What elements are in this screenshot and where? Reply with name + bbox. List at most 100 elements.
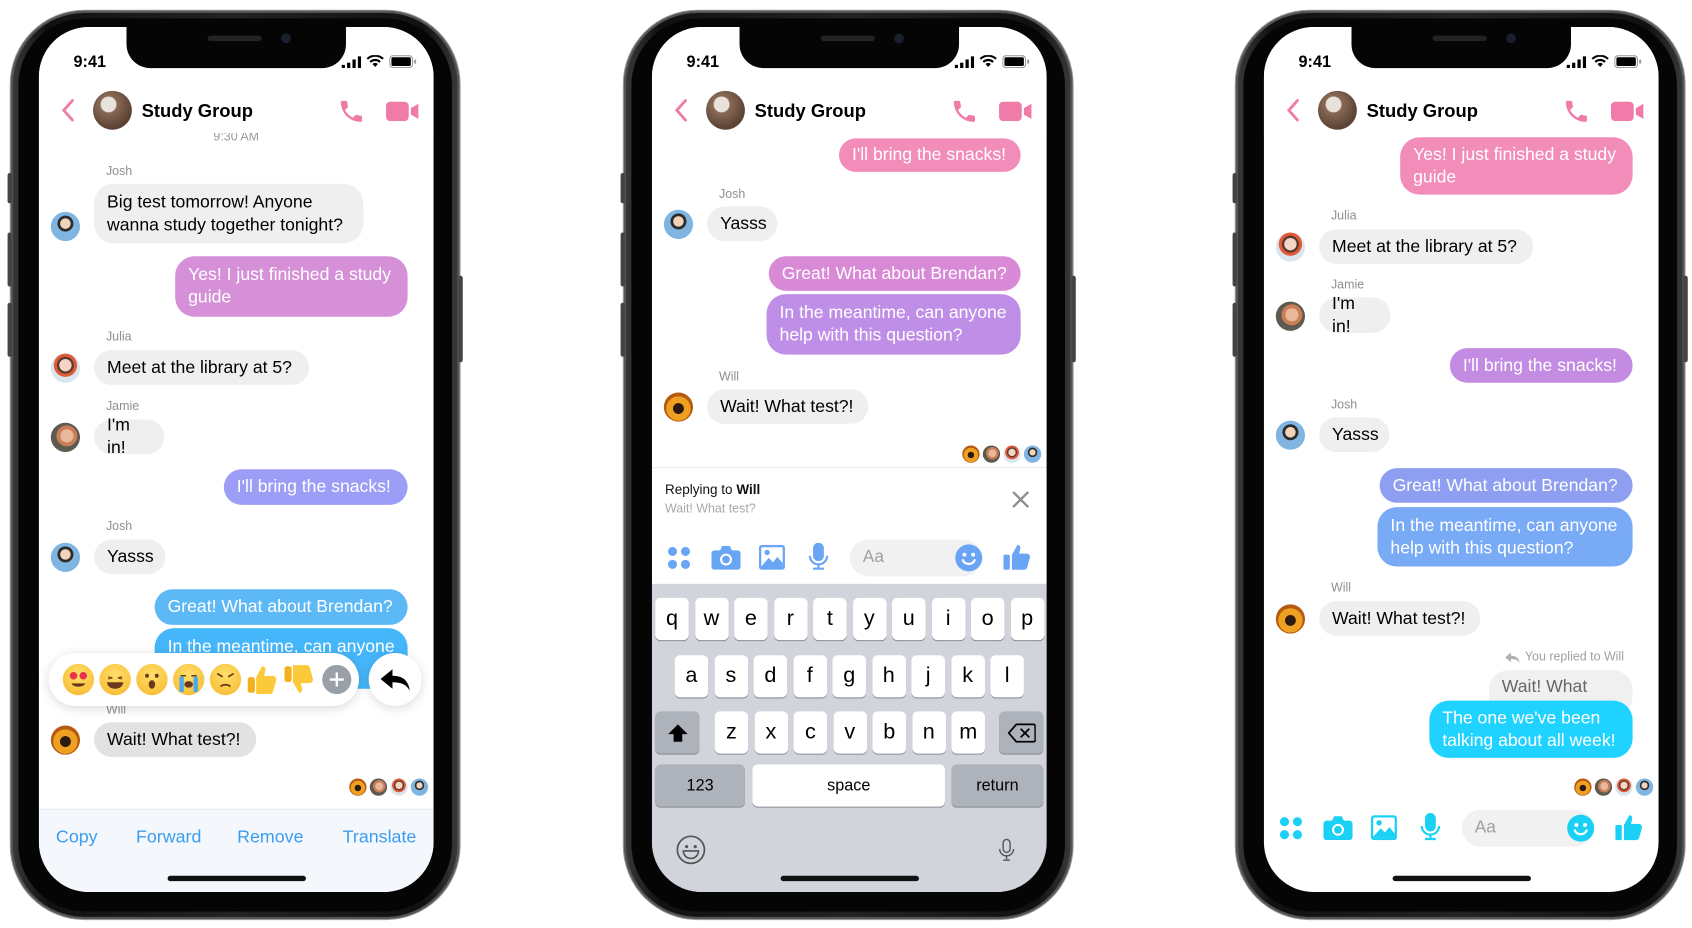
- key-w[interactable]: w: [694, 597, 729, 641]
- video-call-icon[interactable]: [385, 101, 419, 122]
- outgoing-message[interactable]: In the meantime, can anyone help with th…: [766, 294, 1021, 355]
- camera-icon[interactable]: [711, 545, 741, 570]
- key-k[interactable]: k: [950, 654, 985, 697]
- outgoing-message[interactable]: Yes! I just finished a study guide: [1400, 137, 1633, 195]
- key-e[interactable]: e: [734, 597, 768, 641]
- outgoing-message[interactable]: I'll bring the snacks!: [1449, 348, 1633, 383]
- key-h[interactable]: h: [871, 654, 906, 697]
- microphone-icon[interactable]: [808, 542, 830, 571]
- reaction-crying-icon[interactable]: [172, 663, 205, 696]
- key-z[interactable]: z: [714, 711, 749, 754]
- key-c[interactable]: c: [793, 711, 828, 754]
- outgoing-message[interactable]: Great! What about Brendan?: [154, 589, 408, 625]
- microphone-icon[interactable]: [1420, 813, 1442, 841]
- outgoing-message[interactable]: Great! What about Brendan?: [768, 256, 1021, 291]
- video-call-icon[interactable]: [1610, 101, 1644, 122]
- key-x[interactable]: x: [754, 711, 788, 754]
- outgoing-message[interactable]: Yes! I just finished a study guide: [175, 256, 408, 317]
- avatar-will[interactable]: [1275, 604, 1306, 634]
- incoming-message[interactable]: Wait! What test?!: [94, 722, 257, 757]
- reaction-angry-icon[interactable]: [209, 663, 242, 696]
- back-chevron-icon[interactable]: [61, 98, 76, 122]
- like-thumbs-up-icon[interactable]: [1003, 543, 1031, 571]
- key-j[interactable]: j: [911, 654, 945, 697]
- more-apps-icon[interactable]: [1279, 816, 1303, 840]
- dictation-mic-icon[interactable]: [998, 836, 1015, 864]
- key-y[interactable]: y: [852, 597, 887, 641]
- more-apps-icon[interactable]: [667, 546, 691, 570]
- key-p[interactable]: p: [1010, 597, 1044, 641]
- key-g[interactable]: g: [832, 654, 867, 697]
- return-key[interactable]: return: [951, 764, 1044, 807]
- avatar-jamie[interactable]: [50, 422, 81, 452]
- reaction-thumbs-down-icon[interactable]: [283, 664, 314, 695]
- avatar-will[interactable]: [663, 392, 694, 422]
- incoming-message[interactable]: Wait! What test?!: [707, 389, 869, 424]
- numbers-key[interactable]: 123: [655, 764, 745, 807]
- shift-key[interactable]: [655, 711, 700, 754]
- home-indicator[interactable]: [1392, 875, 1531, 882]
- avatar-will[interactable]: [50, 725, 81, 755]
- outgoing-message[interactable]: The one we've been talking about all wee…: [1429, 700, 1633, 758]
- chat-title[interactable]: Study Group: [755, 101, 866, 123]
- chat-title[interactable]: Study Group: [1367, 101, 1478, 123]
- outgoing-message[interactable]: I'll bring the snacks!: [839, 138, 1021, 172]
- action-copy-button[interactable]: Copy: [56, 827, 98, 848]
- key-f[interactable]: f: [793, 654, 827, 697]
- incoming-message[interactable]: I'm in!: [1319, 294, 1391, 336]
- key-a[interactable]: a: [674, 654, 709, 697]
- group-avatar[interactable]: [706, 90, 745, 130]
- home-indicator[interactable]: [780, 875, 920, 882]
- avatar-jamie[interactable]: [1275, 301, 1306, 331]
- key-t[interactable]: t: [813, 597, 847, 641]
- like-thumbs-up-icon[interactable]: [1615, 813, 1643, 841]
- avatar-julia[interactable]: [50, 353, 81, 383]
- outgoing-message[interactable]: In the meantime, can anyone help with th…: [1377, 507, 1633, 567]
- back-chevron-icon[interactable]: [674, 98, 689, 122]
- key-d[interactable]: d: [753, 654, 788, 697]
- chat-title[interactable]: Study Group: [142, 101, 253, 123]
- incoming-message[interactable]: Yasss: [707, 206, 778, 242]
- key-n[interactable]: n: [911, 711, 946, 754]
- gallery-icon[interactable]: [1370, 815, 1398, 841]
- incoming-message[interactable]: Meet at the library at 5?: [94, 350, 310, 385]
- incoming-message[interactable]: I'm in!: [94, 415, 165, 457]
- key-i[interactable]: i: [931, 597, 965, 641]
- back-chevron-icon[interactable]: [1286, 98, 1301, 122]
- action-translate-button[interactable]: Translate: [343, 827, 417, 848]
- camera-icon[interactable]: [1323, 815, 1353, 841]
- key-v[interactable]: v: [833, 711, 867, 754]
- key-u[interactable]: u: [891, 597, 926, 641]
- key-q[interactable]: q: [655, 597, 689, 641]
- reaction-laughing-icon[interactable]: [99, 663, 131, 696]
- phone-call-icon[interactable]: [950, 97, 978, 125]
- outgoing-message[interactable]: Great! What about Brendan?: [1379, 468, 1633, 503]
- avatar-josh[interactable]: [50, 542, 81, 572]
- message-list[interactable]: Yes! I just finished a study guide Julia M…: [1264, 27, 1659, 892]
- action-forward-button[interactable]: Forward: [136, 827, 201, 848]
- emoji-icon[interactable]: [1567, 814, 1595, 842]
- key-b[interactable]: b: [872, 711, 907, 754]
- key-s[interactable]: s: [714, 654, 748, 697]
- backspace-key[interactable]: [999, 711, 1044, 754]
- action-remove-button[interactable]: Remove: [237, 827, 303, 848]
- reaction-thumbs-up-icon[interactable]: [247, 664, 278, 695]
- emoji-icon[interactable]: [955, 544, 983, 572]
- key-r[interactable]: r: [773, 597, 808, 641]
- reaction-heart-eyes-icon[interactable]: [62, 663, 95, 696]
- incoming-message[interactable]: Meet at the library at 5?: [1319, 229, 1534, 264]
- incoming-message[interactable]: Wait! What test?!: [1319, 601, 1481, 636]
- group-avatar[interactable]: [92, 90, 132, 130]
- close-icon[interactable]: [1011, 490, 1030, 509]
- incoming-message[interactable]: Yasss: [94, 539, 166, 575]
- message-list[interactable]: 9:30 AM Josh Big test tomorrow! Anyone wan…: [39, 27, 434, 892]
- emoji-keyboard-icon[interactable]: [676, 835, 706, 865]
- incoming-message[interactable]: Big test tomorrow! Anyone wanna study to…: [94, 183, 364, 244]
- avatar-josh[interactable]: [1275, 420, 1306, 450]
- reaction-more-button[interactable]: [322, 664, 352, 695]
- avatar-josh[interactable]: [663, 209, 694, 239]
- space-key[interactable]: space: [752, 764, 945, 807]
- key-o[interactable]: o: [970, 597, 1005, 641]
- home-indicator[interactable]: [167, 875, 306, 882]
- avatar-josh[interactable]: [50, 211, 81, 242]
